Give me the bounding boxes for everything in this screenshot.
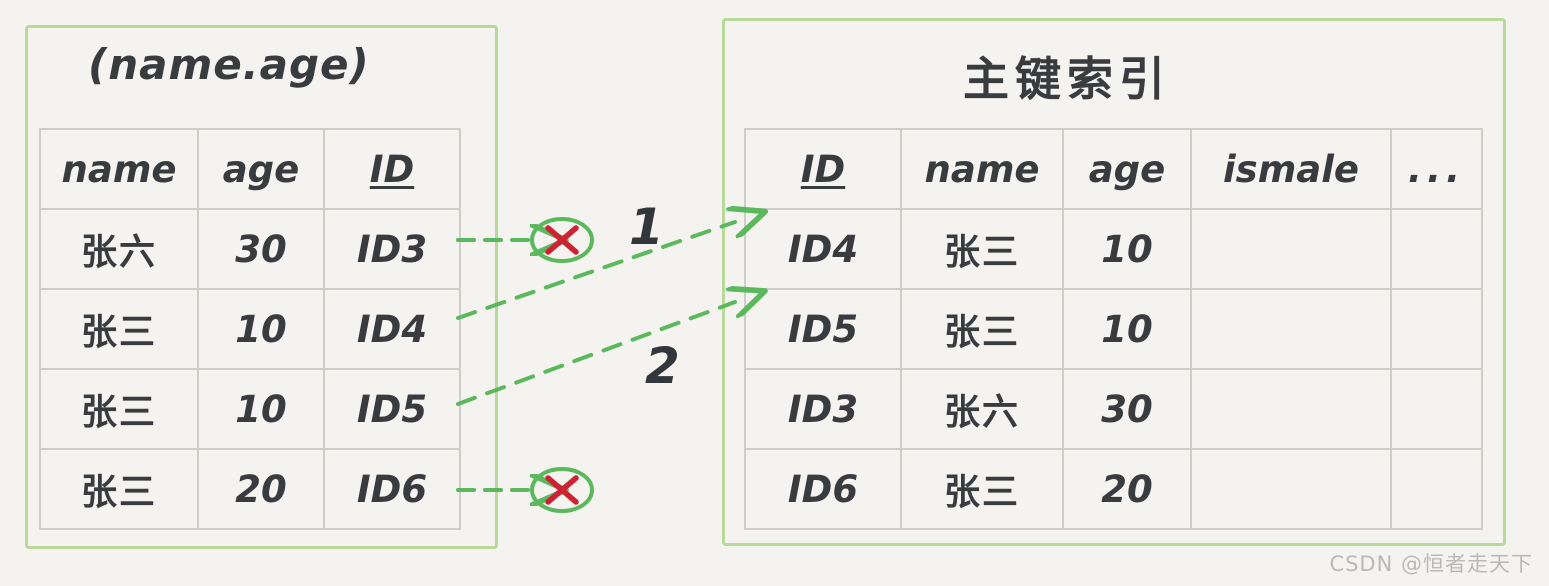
cell-name: 张三: [900, 288, 1064, 370]
cell-more: [1390, 288, 1483, 370]
cell-id: ID4: [744, 208, 902, 290]
column-header-ismale: ismale: [1190, 128, 1392, 210]
cell-age: 30: [197, 208, 325, 290]
cell-id: ID4: [323, 288, 461, 370]
cell-name: 张六: [39, 208, 199, 290]
cell-name: 张三: [900, 448, 1064, 530]
table-header-row: ID name age ismale ...: [744, 128, 1483, 210]
table-row: 张三 10 ID4: [39, 288, 461, 370]
table-row: 张三 20 ID6: [39, 448, 461, 530]
cell-id: ID5: [323, 368, 461, 450]
step-number-2: 2: [645, 337, 680, 395]
cell-name: 张三: [39, 288, 199, 370]
secondary-index-table: name age ID 张六 30 ID3 张三 10 ID4 张三 10 ID…: [39, 128, 461, 530]
cell-name: 张六: [900, 368, 1064, 450]
cell-name: 张三: [900, 208, 1064, 290]
cell-age: 10: [1062, 288, 1192, 370]
cell-ismale: [1190, 448, 1392, 530]
column-header-more: ...: [1390, 128, 1483, 210]
cell-ismale: [1190, 368, 1392, 450]
table-row: 张六 30 ID3: [39, 208, 461, 290]
circle-x-icon: [530, 467, 594, 513]
primary-key-index-table: ID name age ismale ... ID4 张三 10 ID5 张三 …: [744, 128, 1483, 530]
cell-ismale: [1190, 208, 1392, 290]
column-header-id: ID: [323, 128, 461, 210]
cell-id: ID3: [323, 208, 461, 290]
table-row: ID5 张三 10: [744, 288, 1483, 370]
circle-x-icon: [530, 217, 594, 263]
cell-ismale: [1190, 288, 1392, 370]
right-panel-title: 主键索引: [963, 52, 1171, 106]
cell-age: 30: [1062, 368, 1192, 450]
cell-more: [1390, 368, 1483, 450]
column-header-name: name: [900, 128, 1064, 210]
step-number-1: 1: [629, 198, 664, 256]
table-row: 张三 10 ID5: [39, 368, 461, 450]
left-panel-title: (name.age): [88, 40, 370, 89]
cell-id: ID6: [744, 448, 902, 530]
cell-age: 20: [197, 448, 325, 530]
diagram-canvas: (name.age) name age ID 张六 30 ID3 张三 10 I…: [0, 0, 1549, 586]
cell-name: 张三: [39, 368, 199, 450]
cell-name: 张三: [39, 448, 199, 530]
column-header-age: age: [1062, 128, 1192, 210]
cell-id: ID3: [744, 368, 902, 450]
column-header-name: name: [39, 128, 199, 210]
cell-more: [1390, 448, 1483, 530]
arrow-id4-to-right-row1: [456, 222, 735, 320]
column-header-id: ID: [744, 128, 902, 210]
cell-age: 10: [1062, 208, 1192, 290]
cell-more: [1390, 208, 1483, 290]
table-row: ID6 张三 20: [744, 448, 1483, 530]
cell-id: ID6: [323, 448, 461, 530]
table-row: ID4 张三 10: [744, 208, 1483, 290]
table-header-row: name age ID: [39, 128, 461, 210]
watermark: CSDN @恒者走天下: [1329, 552, 1533, 576]
cell-age: 10: [197, 288, 325, 370]
arrow-id5-to-right-row2: [456, 302, 735, 406]
cell-age: 10: [197, 368, 325, 450]
column-header-age: age: [197, 128, 325, 210]
cell-id: ID5: [744, 288, 902, 370]
table-row: ID3 张六 30: [744, 368, 1483, 450]
cell-age: 20: [1062, 448, 1192, 530]
